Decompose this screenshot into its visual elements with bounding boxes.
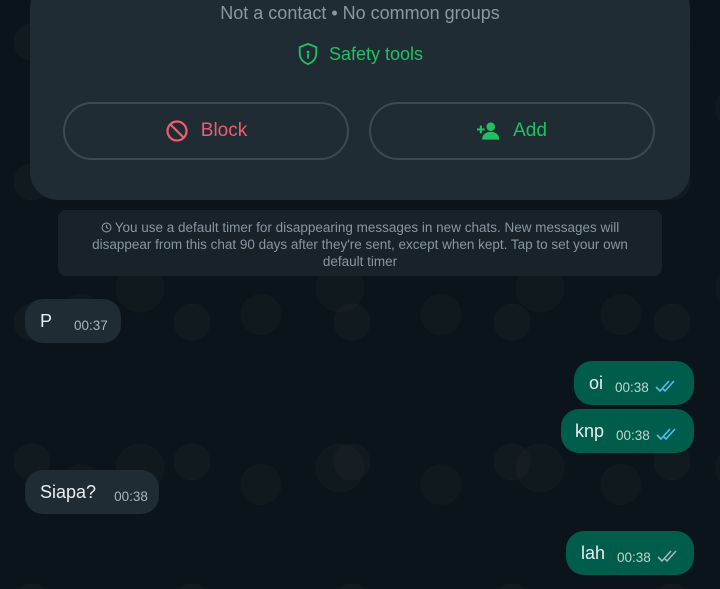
message-time: 00:37 — [74, 317, 108, 333]
safety-tools-link[interactable]: Safety tools — [0, 42, 720, 66]
message-bubble-incoming[interactable]: P 00:37 — [25, 299, 121, 343]
contact-status-text: Not a contact • No common groups — [220, 3, 500, 23]
message-bubble-outgoing[interactable]: oi 00:38 — [574, 361, 694, 405]
safety-tools-label: Safety tools — [328, 43, 424, 64]
timer-icon — [101, 222, 112, 233]
block-label: Block — [200, 120, 248, 141]
add-contact-button[interactable]: Add — [369, 102, 655, 160]
message-text: Siapa? — [40, 481, 97, 502]
message-time: 00:38 — [616, 427, 650, 443]
read-receipt-icon — [655, 380, 675, 393]
message-bubble-outgoing[interactable]: lah 00:38 — [566, 531, 694, 575]
read-receipt-icon — [656, 428, 676, 441]
message-bubble-outgoing[interactable]: knp 00:38 — [561, 409, 694, 453]
message-time: 00:38 — [114, 488, 148, 504]
shield-icon — [298, 42, 318, 66]
message-time: 00:38 — [615, 379, 649, 395]
message-bubble-incoming[interactable]: Siapa? 00:38 — [25, 470, 159, 514]
notice-text: You use a default timer for disappearing… — [92, 220, 628, 269]
disappearing-messages-notice[interactable]: You use a default timer for disappearing… — [58, 210, 662, 276]
read-receipt-icon — [657, 550, 677, 563]
block-icon — [166, 120, 188, 142]
message-text: P — [40, 310, 53, 331]
add-label: Add — [513, 120, 547, 141]
message-time: 00:38 — [617, 549, 651, 565]
block-button[interactable]: Block — [63, 102, 349, 160]
contact-info-card — [30, 0, 690, 200]
message-text: oi — [589, 372, 604, 393]
message-text: knp — [575, 420, 605, 441]
add-person-icon — [477, 122, 500, 140]
message-text: lah — [581, 542, 606, 563]
